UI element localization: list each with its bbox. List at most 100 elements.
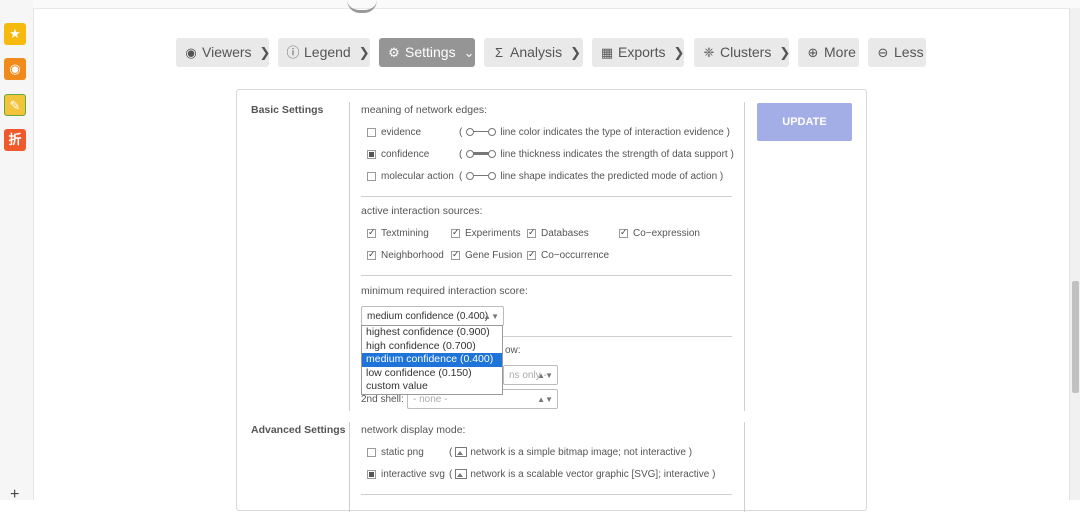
checkbox[interactable] bbox=[367, 172, 376, 181]
image-icon bbox=[455, 447, 468, 458]
checkbox[interactable] bbox=[367, 128, 376, 137]
menu-less-button[interactable]: ⊖ Less bbox=[868, 38, 926, 67]
score-select[interactable]: medium confidence (0.400) ▲▼ bbox=[361, 306, 504, 326]
select-arrows-icon: ▲▼ bbox=[537, 371, 553, 380]
menu-legend-button[interactable]: ⓘ Legend ❯ bbox=[278, 38, 370, 67]
display-desc: (network is a scalable vector graphic [S… bbox=[449, 469, 716, 480]
table-icon: ▦ bbox=[600, 45, 614, 60]
chevron-down-icon: ⌄ bbox=[463, 45, 475, 60]
option-label: confidence bbox=[381, 149, 430, 160]
info-icon: ⓘ bbox=[286, 45, 300, 60]
checkbox[interactable] bbox=[367, 249, 376, 260]
menu-label: Exports bbox=[618, 44, 666, 60]
divider bbox=[349, 102, 350, 411]
edge-desc: (line thickness indicates the strength o… bbox=[459, 149, 734, 160]
minus-circle-icon: ⊖ bbox=[877, 45, 889, 60]
scrollbar-thumb[interactable] bbox=[1072, 281, 1079, 393]
score-option[interactable]: custom value bbox=[362, 380, 502, 394]
option-label: static png bbox=[381, 447, 424, 458]
source-textmining[interactable]: Textmining bbox=[367, 227, 429, 239]
option-label: Co−expression bbox=[633, 228, 700, 239]
source-neighborhood[interactable]: Neighborhood bbox=[367, 249, 444, 261]
display-interactive-svg-option[interactable]: interactive svg bbox=[367, 469, 445, 480]
advanced-settings-title: Advanced Settings bbox=[251, 424, 346, 436]
divider bbox=[744, 102, 745, 411]
score-option[interactable]: highest confidence (0.900) bbox=[362, 326, 502, 340]
divider bbox=[361, 196, 732, 197]
notes-icon[interactable]: ✎ bbox=[4, 94, 26, 116]
top-strip bbox=[33, 0, 1080, 13]
option-label: molecular action bbox=[381, 171, 454, 182]
edges-evidence-option[interactable]: evidence bbox=[367, 127, 421, 138]
gear-icon: ⚙ bbox=[388, 45, 400, 60]
edge-shape-icon bbox=[466, 172, 497, 181]
score-option[interactable]: low confidence (0.150) bbox=[362, 367, 502, 381]
eye-icon: ◉ bbox=[185, 45, 197, 60]
edges-molecular-action-option[interactable]: molecular action bbox=[367, 171, 454, 182]
display-desc: (network is a simple bitmap image; not i… bbox=[449, 447, 693, 458]
menu-viewers-button[interactable]: ◉ Viewers ❯ bbox=[176, 38, 271, 67]
source-databases[interactable]: Databases bbox=[527, 227, 589, 239]
divider bbox=[361, 275, 732, 276]
chevron-right-icon: ❯ bbox=[570, 45, 582, 60]
menu-label: More bbox=[824, 44, 856, 60]
score-option[interactable]: high confidence (0.700) bbox=[362, 340, 502, 354]
second-shell-label: 2nd shell: bbox=[361, 394, 404, 405]
checkbox[interactable] bbox=[367, 448, 376, 457]
menu-settings-button[interactable]: ⚙ Settings ⌄ bbox=[379, 38, 475, 67]
source-cooccurrence[interactable]: Co−occurrence bbox=[527, 249, 610, 261]
chevron-right-icon: ❯ bbox=[779, 45, 791, 60]
option-label: Gene Fusion bbox=[465, 250, 523, 261]
star-icon[interactable]: ★ bbox=[4, 23, 26, 45]
checkbox[interactable] bbox=[451, 249, 460, 260]
menu-exports-button[interactable]: ▦ Exports ❯ bbox=[592, 38, 684, 67]
update-button[interactable]: UPDATE bbox=[757, 103, 852, 141]
select-arrows-icon: ▲▼ bbox=[483, 312, 499, 321]
chevron-right-icon: ❯ bbox=[259, 45, 271, 60]
option-label: Textmining bbox=[381, 228, 429, 239]
chevron-right-icon: ❯ bbox=[673, 45, 685, 60]
add-icon[interactable]: + bbox=[10, 486, 19, 504]
checkbox[interactable] bbox=[527, 249, 536, 260]
checkbox[interactable] bbox=[367, 227, 376, 238]
score-title: minimum required interaction score: bbox=[361, 285, 528, 297]
checkbox[interactable] bbox=[619, 227, 628, 238]
edges-confidence-option[interactable]: confidence bbox=[367, 149, 429, 160]
menu-label: Clusters bbox=[720, 44, 772, 60]
edge-color-icon bbox=[466, 128, 497, 137]
settings-panel: Basic Settings UPDATE meaning of network… bbox=[236, 89, 867, 512]
basic-settings-title: Basic Settings bbox=[251, 104, 324, 116]
menu-clusters-button[interactable]: ❈ Clusters ❯ bbox=[694, 38, 791, 67]
source-coexpression[interactable]: Co−expression bbox=[619, 227, 700, 239]
menu-label: Settings bbox=[405, 44, 456, 60]
checkbox[interactable] bbox=[367, 150, 376, 159]
score-dropdown[interactable]: highest confidence (0.900) high confiden… bbox=[361, 325, 503, 395]
menu-more-button[interactable]: ⊕ More bbox=[798, 38, 859, 67]
checkbox[interactable] bbox=[451, 227, 460, 238]
edge-thickness-icon bbox=[466, 150, 497, 159]
menu-label: Analysis bbox=[510, 44, 563, 60]
scrollbar[interactable] bbox=[1069, 8, 1080, 500]
option-label: Experiments bbox=[465, 228, 521, 239]
source-gene-fusion[interactable]: Gene Fusion bbox=[451, 249, 523, 261]
sigma-icon: Σ bbox=[494, 45, 504, 60]
checkbox[interactable] bbox=[367, 470, 376, 479]
option-label: Co−occurrence bbox=[541, 250, 610, 261]
option-label: Neighborhood bbox=[381, 250, 444, 261]
source-experiments[interactable]: Experiments bbox=[451, 227, 521, 239]
chevron-right-icon: ❯ bbox=[358, 45, 370, 60]
logo-fragment-icon bbox=[347, 0, 377, 13]
menu-analysis-button[interactable]: Σ Analysis ❯ bbox=[484, 38, 583, 67]
weibo-icon[interactable]: ◉ bbox=[4, 58, 26, 80]
score-option-selected[interactable]: medium confidence (0.400) bbox=[362, 353, 502, 367]
edge-desc: (line color indicates the type of intera… bbox=[459, 127, 730, 138]
divider bbox=[744, 422, 745, 512]
option-label: interactive svg bbox=[381, 469, 445, 480]
discount-icon[interactable]: 折 bbox=[4, 129, 26, 151]
option-label: evidence bbox=[381, 127, 422, 138]
plus-circle-icon: ⊕ bbox=[807, 45, 819, 60]
checkbox[interactable] bbox=[527, 227, 536, 238]
first-shell-select[interactable]: ns only - ▲▼ bbox=[503, 365, 558, 385]
divider bbox=[361, 494, 732, 495]
display-static-png-option[interactable]: static png bbox=[367, 447, 424, 458]
